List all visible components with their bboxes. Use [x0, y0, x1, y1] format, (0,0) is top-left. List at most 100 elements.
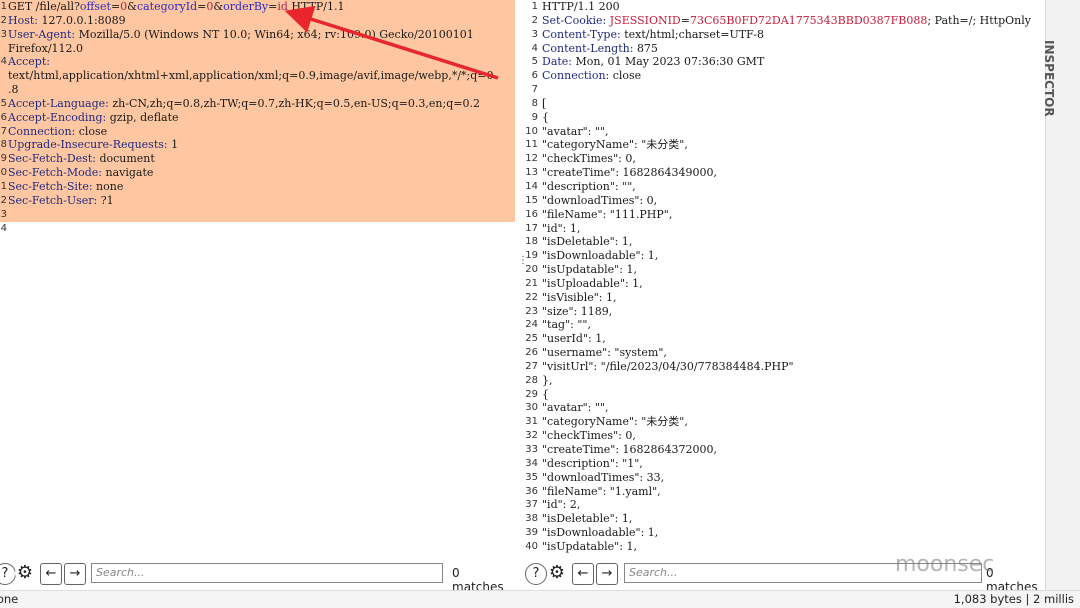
line-text: "downloadTimes": 33,: [542, 471, 1045, 485]
line-text: "visitUrl": "/file/2023/04/30/778384484.…: [542, 360, 1045, 374]
line-text: "id": 2,: [542, 498, 1045, 512]
token: {: [542, 110, 549, 124]
token: "categoryName": "未分类",: [542, 138, 688, 152]
token: orderBy: [223, 0, 269, 13]
token: offset: [79, 0, 111, 13]
forward-arrow-icon[interactable]: →: [64, 563, 86, 585]
response-stats: 1,083 bytes | 2 millis: [953, 592, 1074, 606]
line-text: Sec-Fetch-Mode: navigate: [8, 166, 515, 180]
token: "username": "system",: [542, 346, 667, 360]
line-text: Sec-Fetch-Dest: document: [8, 152, 515, 166]
token: =: [110, 0, 121, 13]
forward-arrow-icon[interactable]: →: [596, 563, 618, 585]
line-number: 8: [531, 97, 538, 109]
back-arrow-icon[interactable]: ←: [572, 563, 594, 585]
token: {: [542, 387, 549, 401]
line-number: 5: [531, 56, 538, 68]
token: "isDownloadable": 1,: [542, 526, 659, 540]
response-line: 31 "categoryName": "未分类",: [525, 415, 1045, 429]
request-line: .8: [0, 83, 515, 97]
token: Connection:: [542, 69, 613, 83]
token: =: [197, 0, 207, 13]
token: Content-Length:: [542, 41, 637, 55]
token: "isDeletable": 1,: [542, 512, 633, 526]
help-icon[interactable]: ?: [525, 563, 547, 585]
response-line: 17 "id": 1,: [525, 222, 1045, 236]
token: "avatar": "",: [542, 124, 609, 138]
line-number: 15: [525, 194, 538, 206]
token: Firefox/112.0: [8, 41, 84, 55]
token: close: [78, 124, 108, 138]
gear-icon[interactable]: ⚙: [15, 563, 35, 583]
line-number: 31: [525, 416, 538, 428]
line-number: 40: [525, 540, 538, 552]
pane-divider[interactable]: [515, 0, 525, 556]
line-number: 14: [0, 222, 7, 234]
line-number: 28: [525, 374, 538, 386]
response-line: 29 {: [525, 388, 1045, 402]
token: HTTP/1.1 200: [542, 0, 620, 13]
request-line: 3 User-Agent: Mozilla/5.0 (Windows NT 10.…: [0, 27, 515, 42]
help-icon[interactable]: ?: [0, 563, 16, 585]
line-number: 12: [525, 153, 538, 165]
line-text: "checkTimes": 0,: [542, 152, 1045, 166]
line-text: "userId": 1,: [542, 332, 1045, 346]
line-number: 16: [525, 208, 538, 220]
token: =: [268, 0, 278, 13]
response-line: 35 "downloadTimes": 33,: [525, 471, 1045, 485]
response-line: 10 "avatar": "",: [525, 125, 1045, 139]
response-line: 1 HTTP/1.1 200: [525, 0, 1045, 14]
line-number: 34: [525, 457, 538, 469]
line-text: Connection: close: [542, 69, 1045, 83]
token: Accept:: [8, 55, 50, 69]
inspector-panel[interactable]: INSPECTOR: [1042, 0, 1080, 590]
response-line: 2 Set-Cookie: JSESSIONID=73C65B0FD72DA177…: [525, 14, 1045, 28]
line-number: 21: [525, 277, 538, 289]
line-text: Date: Mon, 01 May 2023 07:36:30 GMT: [542, 55, 1045, 69]
request-line: 11Sec-Fetch-Site: none: [0, 179, 515, 194]
gear-icon[interactable]: ⚙: [547, 563, 567, 583]
response-line: 21 "isUploadable": 1,: [525, 277, 1045, 291]
token: Date:: [542, 55, 576, 69]
token: Connection:: [8, 124, 79, 138]
line-number: 25: [525, 333, 538, 345]
response-viewer[interactable]: 1 HTTP/1.1 200 2 Set-Cookie: JSESSIONID=73C…: [525, 0, 1045, 556]
line-text: Content-Length: 875: [542, 42, 1045, 56]
token: Mozilla/5.0 (Windows NT 10.0; Win64; x64…: [78, 27, 474, 41]
request-line: 6 Accept-Encoding: gzip, deflate: [0, 110, 515, 125]
response-line: 15 "downloadTimes": 0,: [525, 194, 1045, 208]
line-number: 4: [531, 42, 538, 54]
line-text: "username": "system",: [542, 346, 1045, 360]
line-number: 20: [525, 264, 538, 276]
token: 1: [171, 138, 179, 152]
token: &: [213, 0, 224, 13]
request-search-input[interactable]: Search...: [91, 563, 443, 583]
token: User-Agent:: [8, 27, 79, 41]
token: "visitUrl": "/file/2023/04/30/778384484.…: [542, 359, 794, 373]
back-arrow-icon[interactable]: ←: [40, 563, 62, 585]
token: &: [127, 0, 137, 13]
line-number: 7: [0, 125, 7, 137]
line-number: 3: [531, 28, 538, 40]
token: document: [99, 152, 155, 166]
line-text: User-Agent: Mozilla/5.0 (Windows NT 10.0…: [8, 28, 515, 42]
line-number: 4: [0, 56, 7, 68]
token: "categoryName": "未分类",: [542, 415, 688, 429]
response-line: 8[: [525, 97, 1045, 111]
response-line: 16 "fileName": "111.PHP",: [525, 208, 1045, 222]
line-number: 14: [525, 180, 538, 192]
token: "id": 1,: [542, 221, 581, 235]
response-line: 33 "createTime": 1682864372000,: [525, 443, 1045, 457]
line-text: "downloadTimes": 0,: [542, 194, 1045, 208]
token: "fileName": "1.yaml",: [542, 484, 661, 498]
line-number: 13: [0, 208, 7, 220]
response-line: 38 "isDeletable": 1,: [525, 512, 1045, 526]
line-text: Sec-Fetch-Site: none: [8, 180, 515, 194]
token: 875: [636, 41, 658, 55]
request-editor[interactable]: 1 GET /file/all?offset=0&categoryId=0&ord…: [0, 0, 515, 556]
line-number: 6: [0, 111, 7, 123]
line-text: Connection: close: [8, 125, 515, 139]
line-text: Host: 127.0.0.1:8089: [8, 14, 515, 28]
token: "description": "1",: [542, 456, 643, 470]
token: 73C65B0FD72DA1775343BBD0387FB088: [689, 13, 928, 27]
